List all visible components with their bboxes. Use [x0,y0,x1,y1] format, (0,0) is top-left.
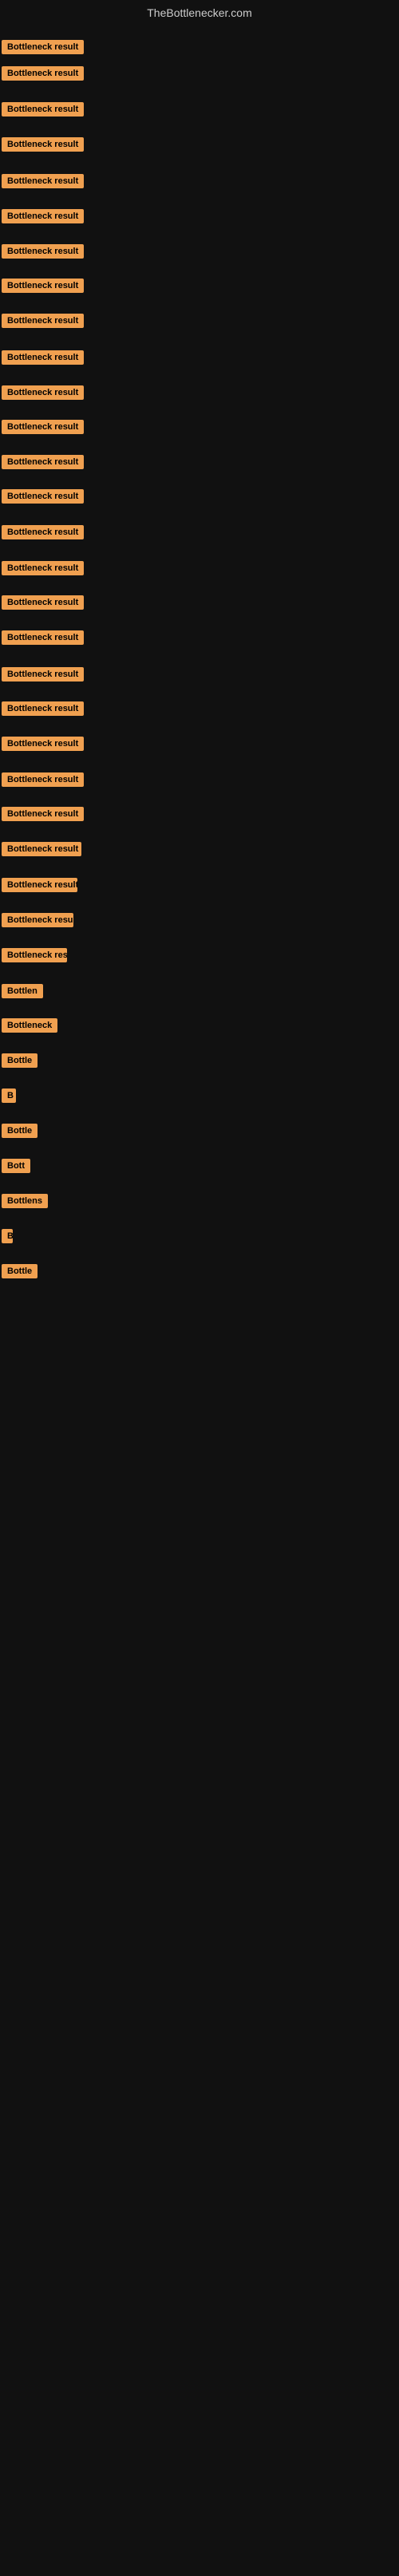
bottleneck-badge-28: Bottlen [2,984,43,998]
bottleneck-badge-4: Bottleneck result [2,137,84,152]
bottleneck-badge-19: Bottleneck result [2,667,84,682]
page-wrapper: TheBottlenecker.com Bottleneck resultBot… [0,0,399,2576]
bottleneck-badge-27: Bottleneck result [2,948,67,962]
bottleneck-badge-26: Bottleneck result [2,913,73,927]
bottleneck-badge-6: Bottleneck result [2,209,84,223]
bottleneck-badge-18: Bottleneck result [2,630,84,645]
badges-container: Bottleneck result Bottleneck result Bottle… [0,22,399,2576]
bottleneck-badge-23: Bottleneck result [2,807,84,821]
bottleneck-badge-10: Bottleneck result [2,350,84,365]
bottleneck-badge-12: Bottleneck result [2,420,84,434]
bottleneck-badge-30: Bottle [2,1053,38,1068]
bottleneck-badge-25: Bottleneck result [2,878,77,892]
bottleneck-badge-1: Bottleneck result [2,40,84,54]
bottleneck-badge-3: Bottleneck result [2,102,84,117]
bottleneck-badge-31: B [2,1088,16,1103]
site-title: TheBottlenecker.com [0,0,399,22]
bottleneck-badge-16: Bottleneck result [2,561,84,575]
bottleneck-badge-15: Bottleneck result [2,525,84,539]
bottleneck-badge-33: Bott [2,1159,30,1173]
bottleneck-badge-24: Bottleneck result [2,842,81,856]
bottleneck-badge-5: Bottleneck result [2,174,84,188]
bottleneck-badge-20: Bottleneck result [2,701,84,716]
bottleneck-badge-8: Bottleneck result [2,279,84,293]
bottleneck-badge-36: Bottle [2,1264,38,1278]
bottleneck-badge-11: Bottleneck result [2,385,84,400]
bottleneck-badge-22: Bottleneck result [2,772,84,787]
bottleneck-badge-7: Bottleneck result [2,244,84,259]
bottleneck-badge-35: B [2,1229,13,1243]
bottleneck-badge-14: Bottleneck result [2,489,84,504]
bottleneck-badge-32: Bottle [2,1124,38,1138]
bottleneck-badge-9: Bottleneck result [2,314,84,328]
bottleneck-badge-21: Bottleneck result [2,737,84,751]
bottleneck-badge-13: Bottleneck result [2,455,84,469]
bottleneck-badge-29: Bottleneck [2,1018,57,1033]
bottleneck-badge-17: Bottleneck result [2,595,84,610]
bottleneck-badge-34: Bottlens [2,1194,48,1208]
bottleneck-badge-2: Bottleneck result [2,66,84,81]
